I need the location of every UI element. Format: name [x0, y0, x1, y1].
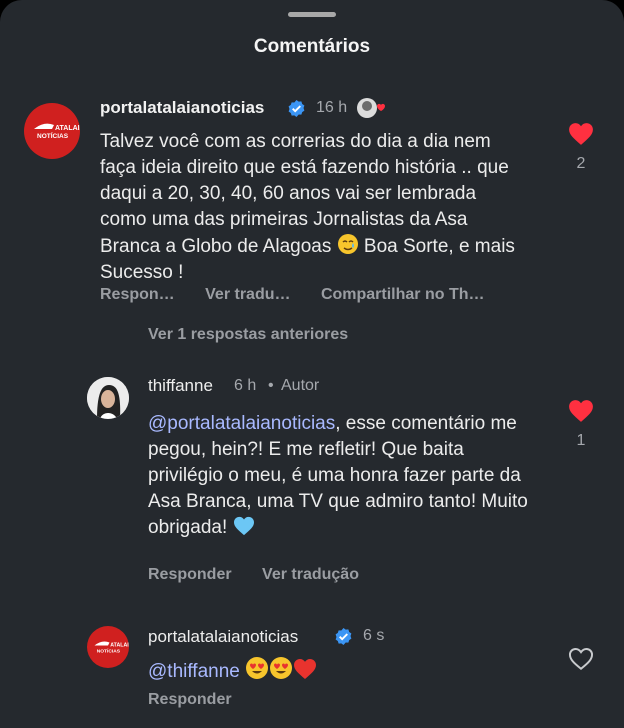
- mention-link[interactable]: @thiffanne: [148, 661, 240, 682]
- heart-eyes-emoji-icon: [246, 657, 269, 679]
- red-heart-emoji-icon: [294, 659, 317, 679]
- username-portal[interactable]: portalatalaianoticias: [100, 98, 264, 118]
- username-portal[interactable]: portalatalaianoticias: [148, 627, 298, 647]
- profile-photo: [87, 377, 129, 419]
- atalaia-logo: ATALAIA NOTÍCIAS: [34, 123, 80, 140]
- comment-time: 6 s: [363, 627, 385, 644]
- translate-button[interactable]: Ver tradução: [262, 566, 359, 583]
- comment-text: @portalatalaianoticias, esse comentário …: [148, 413, 528, 538]
- avatar-portal[interactable]: ATALAIA NOTÍCIAS: [87, 626, 129, 668]
- comment-actions: Responder Ver tradução: [148, 566, 385, 584]
- reply-button[interactable]: Responder: [148, 691, 232, 708]
- comment-actions: Responder: [148, 691, 258, 709]
- heart-eyes-emoji-icon: [270, 657, 293, 679]
- comment-time: 16 h: [316, 99, 348, 116]
- translate-button[interactable]: Ver tradu…: [205, 286, 290, 303]
- comment-actions: Respon… Ver tradu… Compartilhar no Th…: [100, 286, 511, 304]
- heart-filled-icon[interactable]: [568, 399, 594, 423]
- avatar-thiffanne[interactable]: [87, 377, 129, 419]
- heart-filled-icon[interactable]: [568, 122, 594, 146]
- view-previous-replies[interactable]: Ver 1 respostas anteriores: [148, 326, 348, 344]
- username-thiffanne[interactable]: thiffanne: [148, 376, 213, 396]
- comment-text: Talvez você com as correrias do dia a di…: [100, 131, 515, 283]
- share-threads-button[interactable]: Compartilhar no Th…: [321, 286, 485, 303]
- avatar-portal[interactable]: ATALAIA NOTÍCIAS: [24, 103, 80, 159]
- reply-button[interactable]: Respon…: [100, 286, 175, 303]
- reply-button[interactable]: Responder: [148, 566, 232, 583]
- author-badge: Autor: [281, 377, 320, 394]
- like-count: 2: [576, 155, 586, 172]
- smiling-tear-emoji-icon: [337, 234, 358, 254]
- drag-handle[interactable]: [288, 12, 336, 17]
- atalaia-logo: ATALAIA NOTÍCIAS: [94, 641, 129, 654]
- svg-text:ATALAIA: ATALAIA: [55, 125, 80, 132]
- comment-time: 6 h: [234, 377, 257, 394]
- comments-sheet: Comentários ATALAIA NOTÍCIAS portalatala…: [0, 0, 624, 728]
- author-liked-icon: [357, 98, 385, 118]
- mention-link[interactable]: @portalatalaianoticias: [148, 413, 335, 434]
- verified-badge-icon: [335, 627, 352, 646]
- heart-outline-icon[interactable]: [568, 647, 594, 671]
- like-count: 1: [576, 432, 586, 449]
- verified-badge-icon: [288, 99, 305, 118]
- svg-text:ATALAIA: ATALAIA: [110, 642, 129, 648]
- separator-dot: •: [268, 377, 274, 394]
- sheet-title: Comentários: [253, 36, 371, 57]
- svg-text:NOTÍCIAS: NOTÍCIAS: [37, 131, 69, 140]
- blue-heart-emoji-icon: [233, 516, 254, 536]
- comment-text: @thiffanne: [148, 656, 528, 685]
